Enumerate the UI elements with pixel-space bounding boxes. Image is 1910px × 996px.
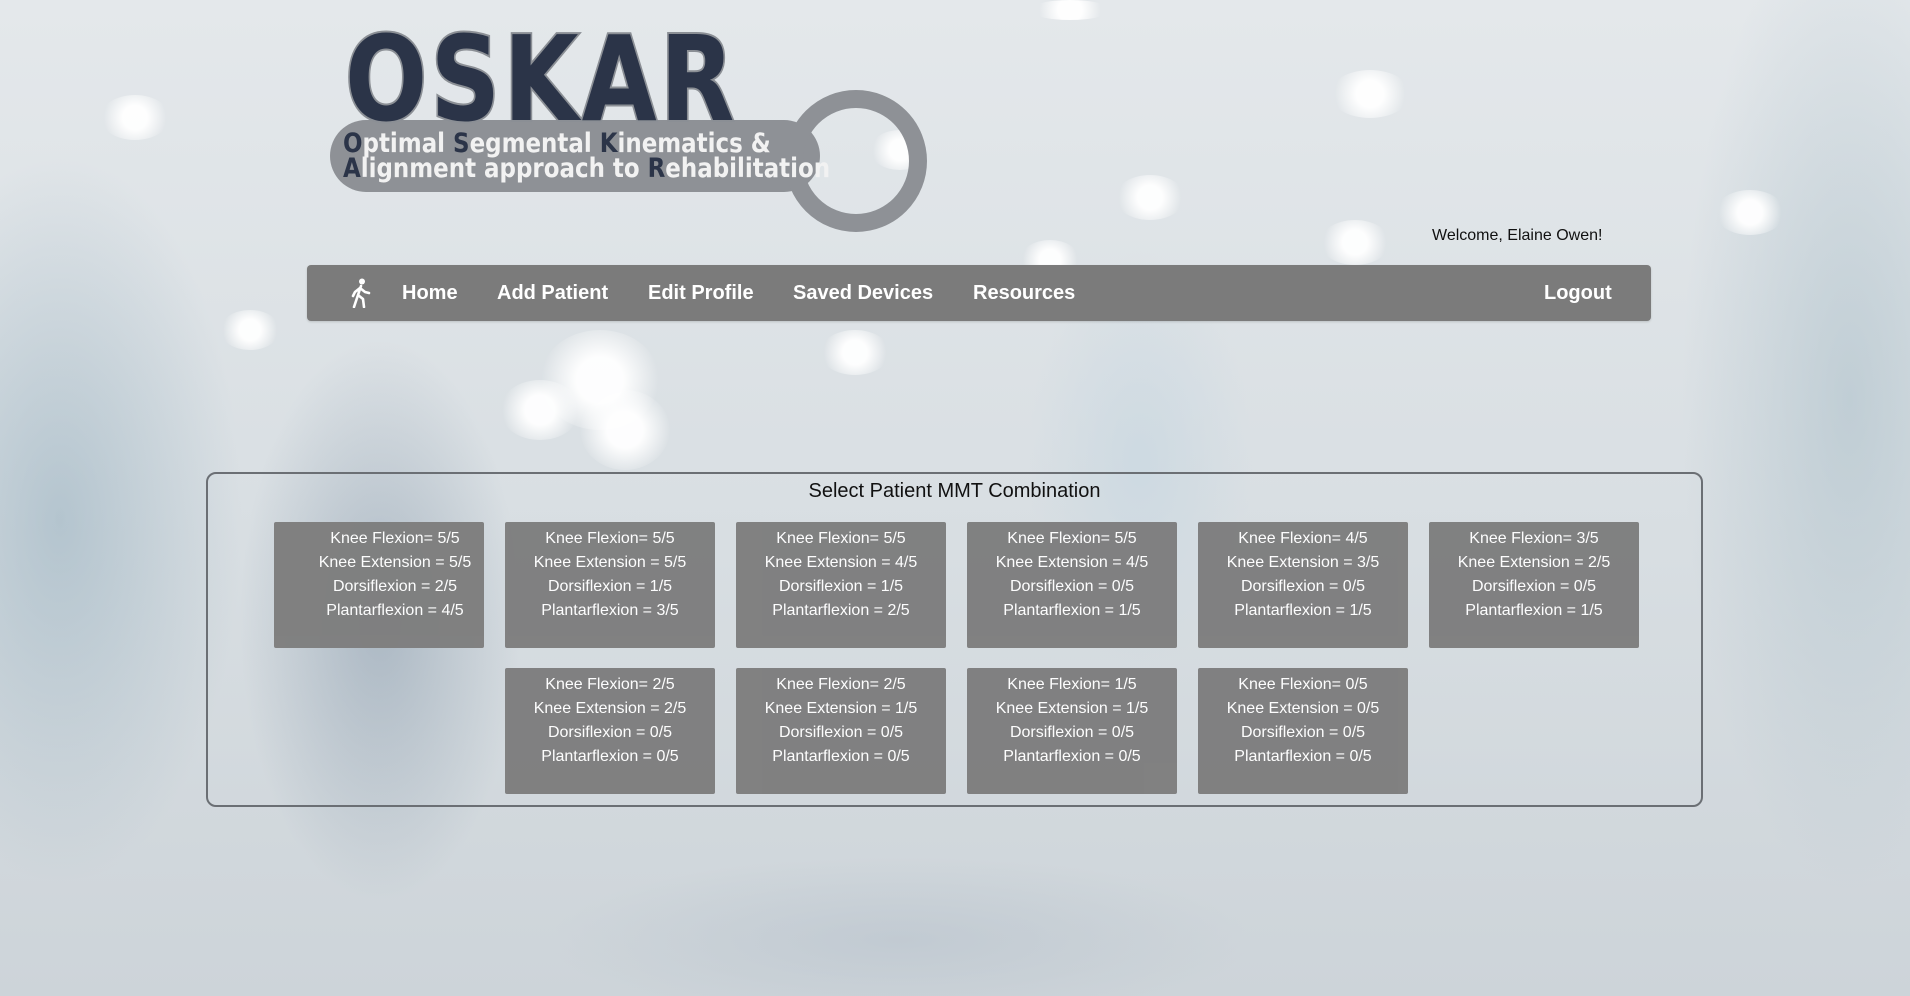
nav-add-patient[interactable]: Add Patient xyxy=(497,265,608,321)
mmt-card[interactable]: Knee Flexion= 5/5 Knee Extension = 5/5 D… xyxy=(274,522,484,648)
nav-saved-devices[interactable]: Saved Devices xyxy=(793,265,933,321)
mmt-card[interactable]: Knee Flexion= 1/5 Knee Extension = 1/5 D… xyxy=(967,668,1177,794)
nav-edit-profile[interactable]: Edit Profile xyxy=(648,265,754,321)
mmt-selection-panel: Select Patient MMT Combination Knee Flex… xyxy=(206,472,1703,807)
mmt-card[interactable]: Knee Flexion= 4/5 Knee Extension = 3/5 D… xyxy=(1198,522,1408,648)
mmt-card[interactable]: Knee Flexion= 5/5 Knee Extension = 4/5 D… xyxy=(967,522,1177,648)
nav-resources[interactable]: Resources xyxy=(973,265,1075,321)
main-navbar: Home Add Patient Edit Profile Saved Devi… xyxy=(307,265,1651,321)
nav-home[interactable]: Home xyxy=(402,265,458,321)
mmt-card[interactable]: Knee Flexion= 5/5 Knee Extension = 4/5 D… xyxy=(736,522,946,648)
oskar-logo: OSKAR Optimal Segmental Kinematics & Ali… xyxy=(325,8,927,232)
mmt-card[interactable]: Knee Flexion= 0/5 Knee Extension = 0/5 D… xyxy=(1198,668,1408,794)
welcome-message: Welcome, Elaine Owen! xyxy=(1432,227,1603,244)
mmt-card[interactable]: Knee Flexion= 3/5 Knee Extension = 2/5 D… xyxy=(1429,522,1639,648)
logo-tagline-line-2: Alignment approach to Rehabilitation xyxy=(343,153,831,184)
nav-logout[interactable]: Logout xyxy=(1544,265,1612,321)
panel-title: Select Patient MMT Combination xyxy=(808,480,1101,502)
mmt-card[interactable]: Knee Flexion= 2/5 Knee Extension = 2/5 D… xyxy=(505,668,715,794)
walking-person-icon[interactable] xyxy=(347,277,375,309)
mmt-card[interactable]: Knee Flexion= 2/5 Knee Extension = 1/5 D… xyxy=(736,668,946,794)
mmt-card[interactable]: Knee Flexion= 5/5 Knee Extension = 5/5 D… xyxy=(505,522,715,648)
